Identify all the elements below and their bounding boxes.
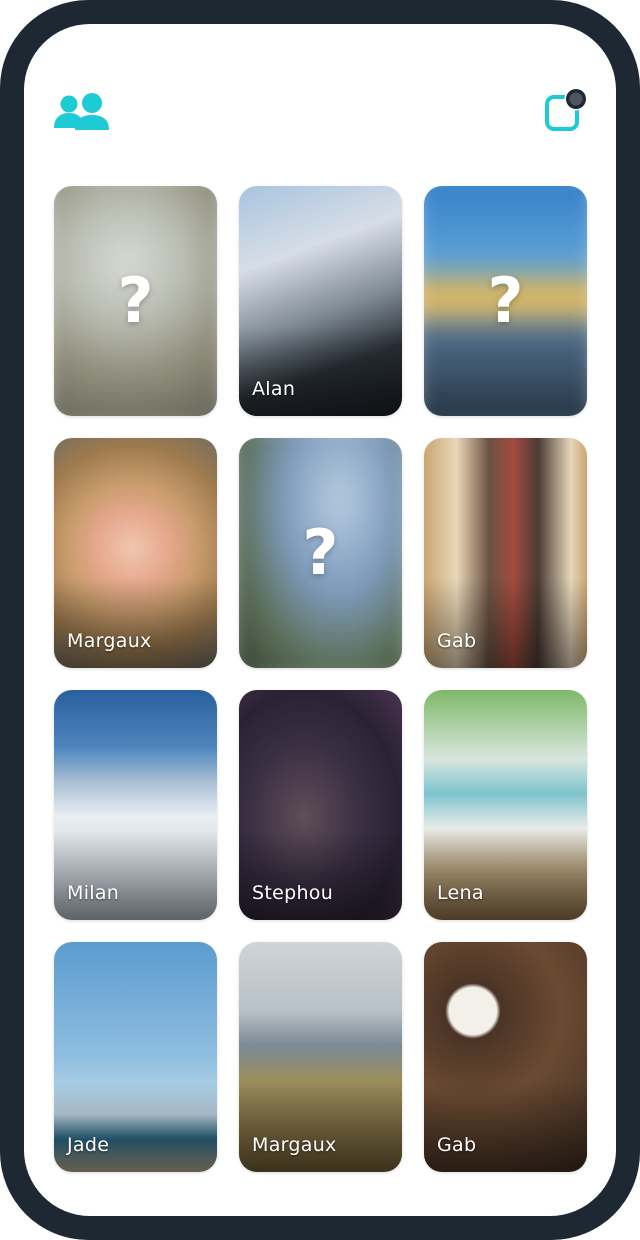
photo-tile[interactable]: Milan — [54, 690, 217, 920]
friends-button[interactable] — [52, 92, 112, 136]
camera-button[interactable] — [544, 86, 590, 134]
photo-tile[interactable]: Jade — [54, 942, 217, 1172]
name-gradient — [54, 830, 217, 920]
top-bar — [24, 24, 616, 174]
name-gradient — [54, 1082, 217, 1172]
unknown-mark: ? — [117, 264, 154, 337]
friend-name: Stephou — [252, 882, 334, 904]
friend-name: Gab — [437, 630, 477, 652]
friend-name: Milan — [67, 882, 120, 904]
photo-tile[interactable]: Gab — [424, 438, 587, 668]
photo-tile[interactable]: Alan — [239, 186, 402, 416]
photo-tile[interactable]: Margaux — [239, 942, 402, 1172]
name-gradient — [239, 326, 402, 416]
photo-tile-hidden[interactable]: ? — [239, 438, 402, 668]
friend-name: Margaux — [67, 630, 152, 652]
unknown-mark: ? — [487, 264, 524, 337]
name-gradient — [424, 830, 587, 920]
photo-tile-hidden[interactable]: ? — [424, 186, 587, 416]
name-gradient — [54, 578, 217, 668]
friend-name: Jade — [67, 1134, 110, 1156]
camera-icon — [545, 87, 588, 131]
name-gradient — [239, 1082, 402, 1172]
phone-frame: ? Alan ? Margaux ? Gab Milan Stephou Len… — [0, 0, 640, 1240]
photo-tile[interactable]: Lena — [424, 690, 587, 920]
friends-icon — [54, 93, 109, 130]
photo-grid: ? Alan ? Margaux ? Gab Milan Stephou Len… — [54, 186, 587, 1172]
photo-tile[interactable]: Margaux — [54, 438, 217, 668]
photo-tile[interactable]: Gab — [424, 942, 587, 1172]
friend-name: Gab — [437, 1134, 477, 1156]
friend-name: Lena — [437, 882, 484, 904]
friend-name: Alan — [252, 378, 296, 400]
unknown-mark: ? — [302, 516, 339, 589]
name-gradient — [239, 830, 402, 920]
app-screen: ? Alan ? Margaux ? Gab Milan Stephou Len… — [24, 24, 616, 1216]
friend-name: Margaux — [252, 1134, 337, 1156]
name-gradient — [424, 1082, 587, 1172]
photo-tile[interactable]: Stephou — [239, 690, 402, 920]
name-gradient — [424, 578, 587, 668]
photo-tile-hidden[interactable]: ? — [54, 186, 217, 416]
